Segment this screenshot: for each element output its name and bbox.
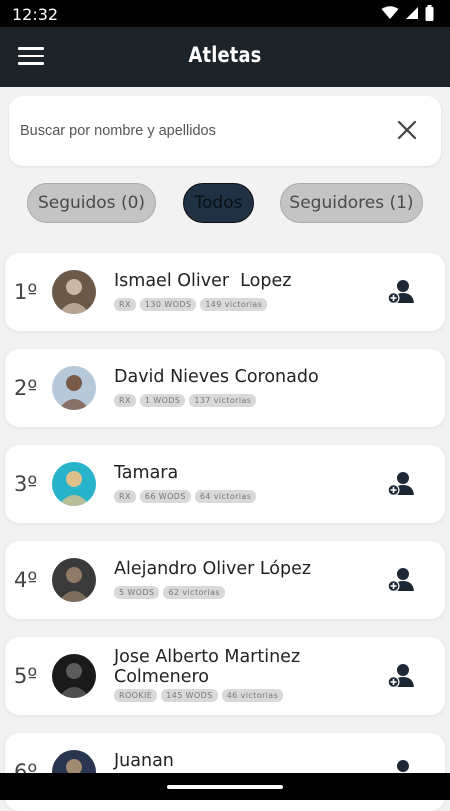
athlete-badges: ROOKIE 145 WODS 46 victorias [114,689,284,702]
athlete-badge: 130 WODS [139,298,197,311]
athlete-name: Alejandro Oliver López [114,559,312,579]
athlete-badges: 5 WODS 62 victorias [114,586,225,599]
add-person-icon[interactable] [387,567,415,593]
add-person-icon[interactable] [387,663,415,689]
athlete-card[interactable]: 4º Alejandro Oliver López 5 WODS 62 victo… [5,541,445,619]
cellular-icon [406,7,418,19]
search-input[interactable] [18,116,382,146]
athlete-badge: 145 WODS [161,689,218,702]
athlete-badge: 64 victorias [194,490,257,503]
avatar [52,654,96,698]
athlete-rank: 1º [14,280,38,304]
clear-search-icon[interactable] [395,118,419,142]
athlete-name: Ismael Oliver Lopez [114,271,292,291]
athlete-card[interactable]: 2º David Nieves Coronado RX 1 WODS 137 vic… [5,349,445,427]
home-gesture-handle[interactable] [167,785,283,789]
athlete-badge: 62 victorias [163,586,225,599]
search-box [9,96,441,166]
athlete-badges: RX 1 WODS 137 victorias [114,394,257,407]
battery-icon [425,5,434,21]
athlete-badge: RX [114,394,136,407]
athlete-badge: 137 victorias [189,394,257,407]
athlete-card[interactable]: 1º Ismael Oliver Lopez RX 130 WODS 149 vic… [5,253,445,331]
add-person-icon[interactable] [387,471,415,497]
athlete-badge: RX [114,490,136,503]
avatar [52,366,96,410]
athlete-rank: 4º [14,568,38,592]
athlete-badge: 46 victorias [221,689,284,702]
athlete-name: Tamara [114,463,179,483]
avatar [52,462,96,506]
status-time: 12:32 [12,5,59,24]
athlete-badges: RX 130 WODS 149 victorias [114,298,268,311]
status-icons [381,5,434,21]
athlete-badge: 5 WODS [114,586,160,599]
athlete-rank: 5º [14,664,38,688]
avatar [52,270,96,314]
status-bar: 12:32 [0,0,450,27]
athlete-name: Juanan [114,751,174,771]
athlete-rank: 3º [14,472,38,496]
athlete-card[interactable]: 3º Tamara RX 66 WODS 64 victorias [5,445,445,523]
athlete-name: David Nieves Coronado [114,367,319,387]
add-person-icon[interactable] [387,279,415,305]
avatar [52,558,96,602]
filter-tabs: Seguidos (0) Todos Seguidores (1) [0,183,450,223]
filter-seguidos[interactable]: Seguidos (0) [27,183,156,223]
athlete-badge: 149 victorias [200,298,268,311]
wifi-icon [381,6,399,19]
athlete-badge: ROOKIE [114,689,158,702]
athlete-badge: RX [114,298,136,311]
athlete-rank: 2º [14,376,38,400]
athlete-card[interactable]: 5º Jose Alberto Martinez Colmenero ROOKI… [5,637,445,715]
app-bar: Atletas [0,27,450,87]
athlete-badge: 1 WODS [139,394,186,407]
filter-todos[interactable]: Todos [183,183,254,223]
athlete-badge: 66 WODS [139,490,191,503]
filter-seguidores[interactable]: Seguidores (1) [280,183,423,223]
page-title: Atletas [188,43,262,67]
athlete-name: Jose Alberto Martinez Colmenero [114,647,301,687]
navigation-bar [0,773,450,800]
athlete-badges: RX 66 WODS 64 victorias [114,490,257,503]
